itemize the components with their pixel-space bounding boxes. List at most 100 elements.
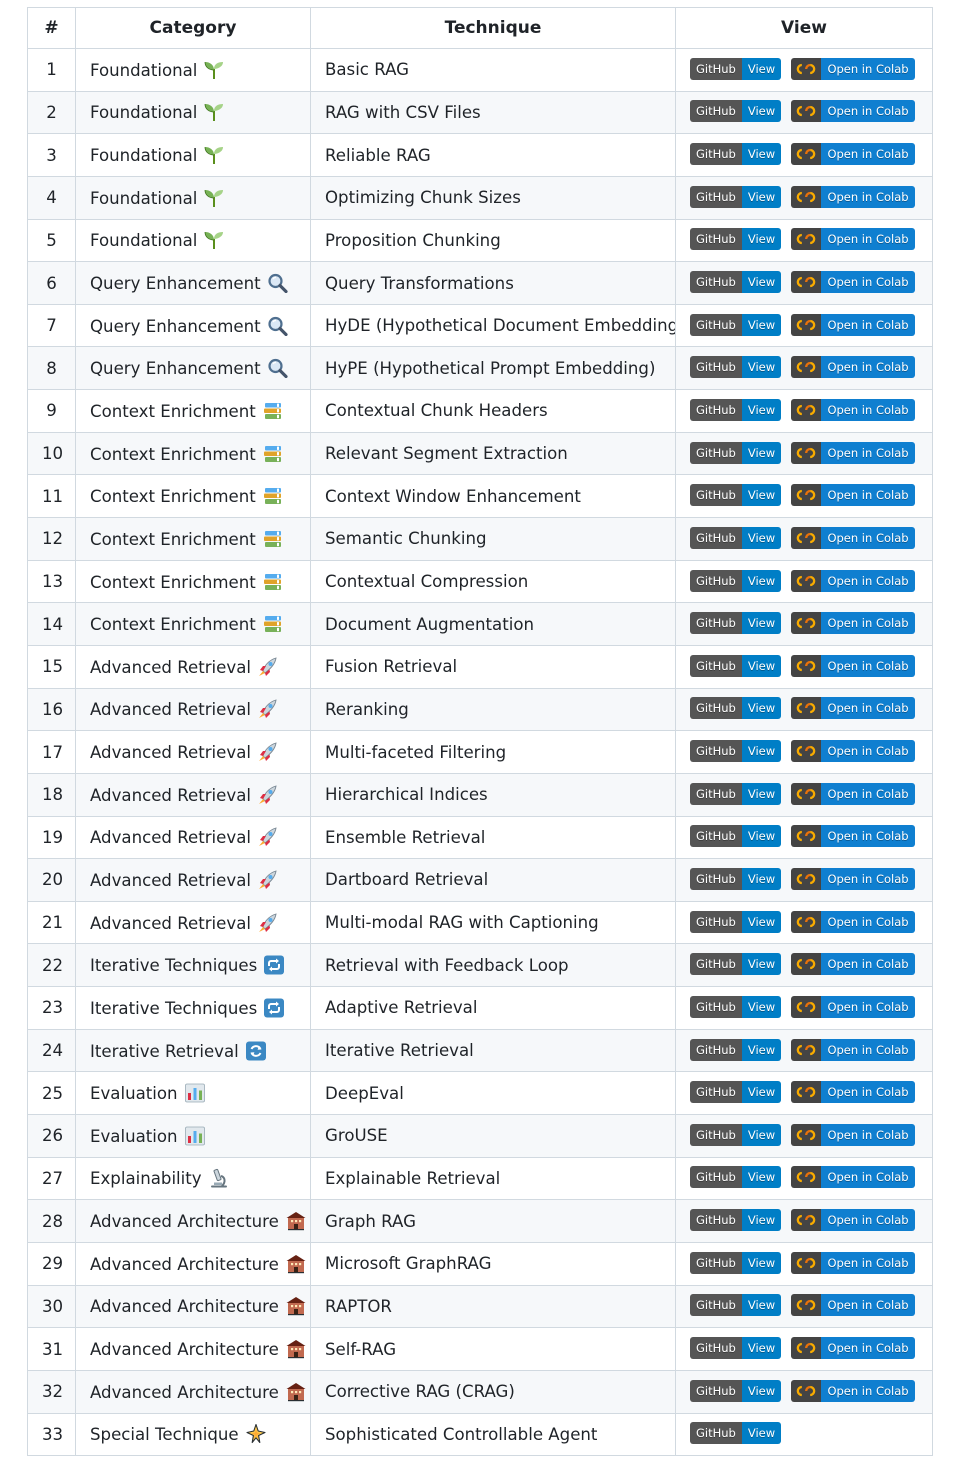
github-view-badge[interactable]: GitHub View (690, 228, 782, 251)
view-cell: GitHub View Open in Colab (675, 772, 933, 817)
open-in-colab-badge[interactable]: Open in Colab (791, 1123, 915, 1146)
open-in-colab-badge[interactable]: Open in Colab (791, 271, 915, 294)
github-view-badge[interactable]: GitHub View (690, 398, 782, 421)
colab-badge-label: Open in Colab (821, 740, 915, 763)
table-row: 31 Advanced Architecture Self-RAG GitHub… (27, 1327, 933, 1371)
technique-cell: Multi-modal RAG with Captioning (310, 900, 676, 945)
github-view-badge[interactable]: GitHub View (690, 654, 782, 677)
open-in-colab-badge[interactable]: Open in Colab (791, 441, 915, 464)
open-in-colab-badge[interactable]: Open in Colab (791, 143, 915, 166)
github-view-badge[interactable]: GitHub View (690, 441, 782, 464)
technique-cell: GroUSE (310, 1114, 676, 1158)
github-view-badge[interactable]: GitHub View (690, 1337, 782, 1360)
category-cell: Foundational (75, 218, 311, 263)
open-in-colab-badge[interactable]: Open in Colab (791, 867, 915, 890)
view-cell: GitHub View Open in Colab (675, 261, 933, 305)
github-view-badge[interactable]: GitHub View (690, 697, 782, 720)
colab-badge-label: Open in Colab (821, 398, 915, 421)
github-view-badge[interactable]: GitHub View (690, 995, 782, 1018)
colab-badge-label: Open in Colab (821, 100, 915, 123)
row-number: 12 (27, 517, 76, 561)
category-cell: Advanced Architecture (75, 1369, 311, 1414)
view-cell: GitHub View Open in Colab (675, 1114, 933, 1158)
open-in-colab-badge[interactable]: Open in Colab (791, 1209, 915, 1232)
open-in-colab-badge[interactable]: Open in Colab (791, 356, 915, 379)
colab-logo-icon (791, 910, 822, 933)
github-view-badge[interactable]: GitHub View (690, 1209, 782, 1232)
github-view-badge[interactable]: GitHub View (690, 356, 782, 379)
magnifier-icon (267, 316, 289, 336)
github-view-badge[interactable]: GitHub View (690, 953, 782, 976)
open-in-colab-badge[interactable]: Open in Colab (791, 825, 915, 848)
colab-logo-icon (791, 569, 822, 592)
github-view-badge[interactable]: GitHub View (690, 313, 782, 336)
open-in-colab-badge[interactable]: Open in Colab (791, 185, 915, 208)
category-cell: Advanced Architecture (75, 1241, 311, 1286)
open-in-colab-badge[interactable]: Open in Colab (791, 484, 915, 507)
open-in-colab-badge[interactable]: Open in Colab (791, 100, 915, 123)
open-in-colab-badge[interactable]: Open in Colab (791, 953, 915, 976)
github-badge-value: View (741, 57, 782, 80)
github-view-badge[interactable]: GitHub View (690, 825, 782, 848)
open-in-colab-badge[interactable]: Open in Colab (791, 57, 915, 80)
github-view-badge[interactable]: GitHub View (690, 1294, 782, 1317)
github-view-badge[interactable]: GitHub View (690, 1379, 782, 1402)
open-in-colab-badge[interactable]: Open in Colab (791, 228, 915, 251)
github-view-badge[interactable]: GitHub View (690, 185, 782, 208)
row-number: 6 (27, 261, 76, 305)
github-badge-value: View (741, 356, 782, 379)
colab-badge-label: Open in Colab (821, 1251, 915, 1274)
github-view-badge[interactable]: GitHub View (690, 740, 782, 763)
github-view-badge[interactable]: GitHub View (690, 100, 782, 123)
github-badge-label: GitHub (690, 1422, 742, 1445)
github-view-badge[interactable]: GitHub View (690, 1422, 782, 1445)
open-in-colab-badge[interactable]: Open in Colab (791, 740, 915, 763)
open-in-colab-badge[interactable]: Open in Colab (791, 569, 915, 592)
open-in-colab-badge[interactable]: Open in Colab (791, 526, 915, 549)
github-view-badge[interactable]: GitHub View (690, 1081, 782, 1104)
github-badge-label: GitHub (690, 185, 742, 208)
github-view-badge[interactable]: GitHub View (690, 1251, 782, 1274)
github-view-badge[interactable]: GitHub View (690, 1038, 782, 1061)
table-row: 9 Context Enrichment Contextual Chunk He… (27, 389, 933, 433)
open-in-colab-badge[interactable]: Open in Colab (791, 910, 915, 933)
open-in-colab-badge[interactable]: Open in Colab (791, 995, 915, 1018)
open-in-colab-badge[interactable]: Open in Colab (791, 1251, 915, 1274)
open-in-colab-badge[interactable]: Open in Colab (791, 697, 915, 720)
github-view-badge[interactable]: GitHub View (690, 271, 782, 294)
github-view-badge[interactable]: GitHub View (690, 867, 782, 890)
github-view-badge[interactable]: GitHub View (690, 484, 782, 507)
category-label: Advanced Architecture (90, 1212, 279, 1232)
github-view-badge[interactable]: GitHub View (690, 1166, 782, 1189)
github-view-badge[interactable]: GitHub View (690, 782, 782, 805)
category-cell: Context Enrichment (75, 389, 311, 433)
github-view-badge[interactable]: GitHub View (690, 612, 782, 635)
open-in-colab-badge[interactable]: Open in Colab (791, 313, 915, 336)
rocket-icon (257, 913, 279, 933)
row-number: 26 (27, 1114, 76, 1158)
technique-cell: Reliable RAG (310, 133, 676, 177)
category-cell: Query Enhancement (75, 303, 311, 348)
github-view-badge[interactable]: GitHub View (690, 1123, 782, 1146)
open-in-colab-badge[interactable]: Open in Colab (791, 612, 915, 635)
colab-badge-label: Open in Colab (821, 356, 915, 379)
view-cell: GitHub View Open in Colab (675, 48, 933, 92)
github-view-badge[interactable]: GitHub View (690, 910, 782, 933)
colab-logo-icon (791, 740, 822, 763)
open-in-colab-badge[interactable]: Open in Colab (791, 654, 915, 677)
github-view-badge[interactable]: GitHub View (690, 569, 782, 592)
open-in-colab-badge[interactable]: Open in Colab (791, 1379, 915, 1402)
table-row: 27 Explainability Explainable Retrieval … (27, 1156, 933, 1201)
building-icon (285, 1211, 307, 1231)
open-in-colab-badge[interactable]: Open in Colab (791, 1337, 915, 1360)
open-in-colab-badge[interactable]: Open in Colab (791, 398, 915, 421)
github-view-badge[interactable]: GitHub View (690, 57, 782, 80)
open-in-colab-badge[interactable]: Open in Colab (791, 1166, 915, 1189)
github-view-badge[interactable]: GitHub View (690, 526, 782, 549)
open-in-colab-badge[interactable]: Open in Colab (791, 1081, 915, 1104)
open-in-colab-badge[interactable]: Open in Colab (791, 1038, 915, 1061)
header-row: # Category Technique View (27, 7, 933, 49)
open-in-colab-badge[interactable]: Open in Colab (791, 782, 915, 805)
github-view-badge[interactable]: GitHub View (690, 143, 782, 166)
open-in-colab-badge[interactable]: Open in Colab (791, 1294, 915, 1317)
